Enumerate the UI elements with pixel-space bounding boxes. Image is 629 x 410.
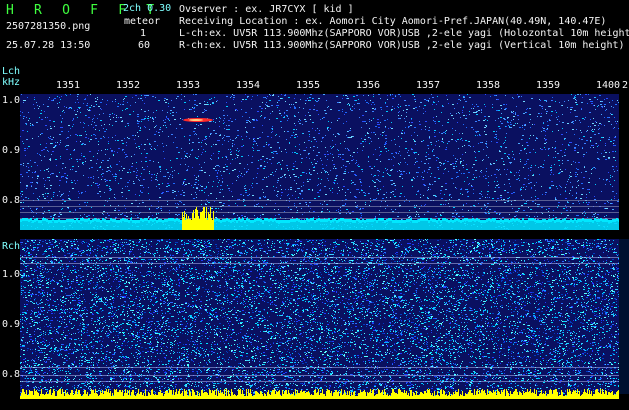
x-tick: 1356: [355, 80, 381, 91]
lch-unit-label: kHz: [2, 77, 21, 88]
x-tick: 2: [621, 80, 629, 91]
rch-waterfall: [20, 239, 619, 399]
x-tick: 1357: [415, 80, 441, 91]
x-tick: 1400: [595, 80, 621, 91]
x-tick: 1354: [235, 80, 261, 91]
count-1-label: 1: [140, 28, 147, 39]
x-tick: 1353: [175, 80, 201, 91]
filename-label: 2507281350.png: [6, 21, 91, 32]
lch-y-tick: 1.0: [2, 95, 21, 106]
x-tick: 1352: [115, 80, 141, 91]
count-2-label: 60: [138, 40, 151, 51]
mode-label: meteor: [124, 16, 161, 27]
rch-y-tick: 0.8: [2, 369, 21, 380]
x-tick: 1358: [475, 80, 501, 91]
rch-waterfall-canvas: [20, 239, 619, 399]
x-tick: 1355: [295, 80, 321, 91]
channel-mode-label: 2ch 0.30: [123, 3, 172, 14]
lch-label: Lch: [2, 66, 21, 77]
lch-waterfall: [20, 94, 619, 230]
lch-y-tick: 0.8: [2, 195, 21, 206]
x-tick: 1359: [535, 80, 561, 91]
rch-info-line: R-ch:ex. UV5R 113.900Mhz(SAPPORO VOR)USB…: [179, 40, 625, 51]
datetime-label: 25.07.28 13:50: [6, 40, 91, 51]
x-tick: 1351: [55, 80, 81, 91]
rch-label: Rch: [2, 241, 21, 252]
rch-side-strip: [619, 239, 629, 394]
rch-y-tick: 0.9: [2, 319, 21, 330]
location-line: Receiving Location : ex. Aomori City Aom…: [179, 16, 607, 27]
lch-y-tick: 0.9: [2, 145, 21, 156]
rch-y-tick: 1.0: [2, 269, 21, 280]
lch-info-line: L-ch:ex. UV5R 113.900Mhz(SAPPORO VOR)USB…: [179, 28, 629, 39]
observer-line: Ovserver : ex. JR7CYX [ kid ]: [179, 4, 354, 15]
lch-waterfall-canvas: [20, 94, 619, 230]
